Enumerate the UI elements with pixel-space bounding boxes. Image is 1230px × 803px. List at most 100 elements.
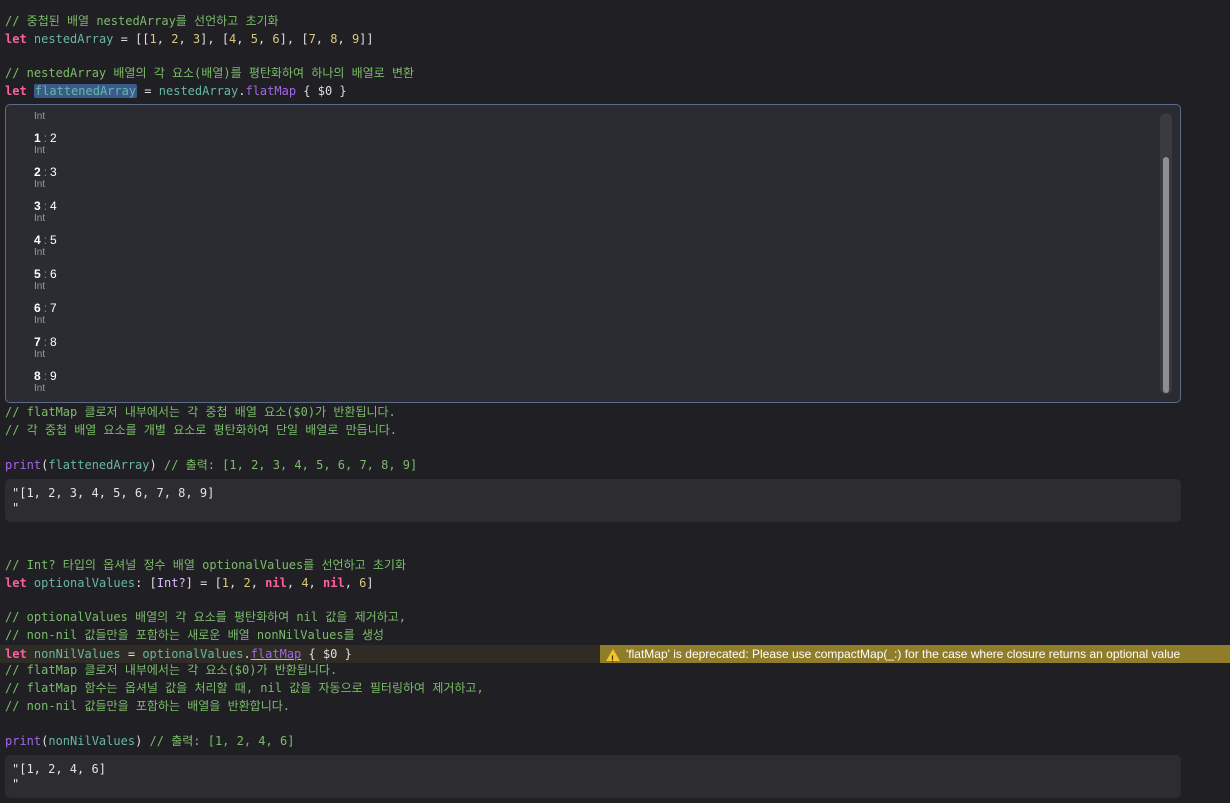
item-value: 4 [50, 199, 57, 213]
code-comment: // 중첩된 배열 nestedArray를 선언하고 초기화 [5, 14, 279, 28]
code-comment: // Int? 타입의 옵셔널 정수 배열 optionalValues를 선언… [5, 558, 407, 572]
number-literal: 4 [301, 576, 309, 590]
variable-ref: nonNilValues [48, 734, 136, 748]
popover-array-item[interactable]: 1:2 Int [34, 131, 57, 157]
item-index: 6 [34, 301, 41, 315]
item-value-line: 5:6 [34, 267, 57, 281]
item-index: 8 [34, 369, 41, 383]
item-type: Int [34, 315, 46, 326]
popover-array-item[interactable]: 2:3 Int [34, 165, 57, 191]
item-index: 4 [34, 233, 41, 247]
item-index: 3 [34, 199, 41, 213]
code-comment: // nestedArray 배열의 각 요소(배열)를 평탄화하여 하나의 배… [5, 66, 415, 80]
item-index: 5 [34, 267, 41, 281]
warning-message: 'flatMap' is deprecated: Please use comp… [626, 647, 1181, 661]
scrollbar-thumb[interactable] [1163, 157, 1169, 393]
code-line-print-flattened[interactable]: print(flattenedArray) // 출력: [1, 2, 3, 4… [5, 456, 417, 474]
popover-array-item[interactable]: 8:9 Int [34, 369, 57, 395]
code-line-nested-array[interactable]: let nestedArray = [[1, 2, 3], [4, 5, 6],… [5, 30, 374, 48]
variable-ref: nestedArray [158, 84, 239, 98]
number-literal: 7 [308, 32, 316, 46]
item-value: 2 [50, 131, 57, 145]
item-type: Int [34, 281, 46, 292]
code-text: , [286, 576, 302, 590]
item-separator: : [43, 131, 48, 145]
function-name: print [5, 734, 42, 748]
item-value-line: 3:4 [34, 199, 57, 213]
item-index: 1 [34, 131, 41, 145]
code-text: , [178, 32, 193, 46]
deprecated-function-name: flatMap [250, 647, 302, 661]
item-type: Int [34, 247, 46, 258]
popover-first-type: Int [34, 111, 45, 123]
inline-comment: // 출력: [1, 2, 4, 6] [142, 734, 295, 748]
item-index: 7 [34, 335, 41, 349]
result-output-box[interactable]: "[1, 2, 3, 4, 5, 6, 7, 8, 9] " [5, 479, 1181, 522]
code-text: = [[ [113, 32, 150, 46]
number-literal: 6 [272, 32, 280, 46]
code-text: . [243, 647, 251, 661]
code-line-optional-values[interactable]: let optionalValues: [Int?] = [1, 2, nil,… [5, 574, 374, 592]
variable-name: nestedArray [33, 32, 114, 46]
popover-array-item[interactable]: 4:5 Int [34, 233, 57, 259]
keyword: let [5, 32, 27, 46]
item-separator: : [43, 301, 48, 315]
deprecation-warning-banner[interactable]: ! 'flatMap' is deprecated: Please use com… [600, 645, 1230, 663]
item-type: Int [34, 349, 46, 360]
code-text: , [308, 576, 323, 590]
code-text: { $0 } [296, 84, 347, 98]
popover-array-item[interactable]: 3:4 Int [34, 199, 57, 225]
popover-array-item[interactable]: 7:8 Int [34, 335, 57, 361]
item-index: 2 [34, 165, 41, 179]
keyword: let [5, 647, 27, 661]
selected-variable-name[interactable]: flattenedArray [33, 84, 138, 98]
value-inspector-popover[interactable]: Int 1:2 Int 2:3 Int 3:4 Int 4:5 Int 5:6 Int 6:7 Int… [5, 104, 1181, 403]
code-text: ) [149, 458, 157, 472]
function-name: flatMap [245, 84, 297, 98]
result-text: "[1, 2, 3, 4, 5, 6, 7, 8, 9] " [12, 486, 215, 515]
item-value-line: 7:8 [34, 335, 57, 349]
item-separator: : [43, 335, 48, 349]
item-separator: : [43, 369, 48, 383]
number-literal: 1 [221, 576, 230, 590]
code-line-flattened-array[interactable]: let flattenedArray = nestedArray.flatMap… [5, 82, 347, 100]
code-text: , [344, 576, 360, 590]
keyword: let [5, 576, 27, 590]
result-output-box[interactable]: "[1, 2, 4, 6] " [5, 755, 1181, 798]
code-comment: // flatMap 함수는 옵셔널 값을 처리할 때, nil 값을 자동으로… [5, 681, 484, 695]
item-separator: : [43, 267, 48, 281]
nil-keyword: nil [323, 576, 345, 590]
popover-array-item[interactable]: 5:6 Int [34, 267, 57, 293]
item-value: 3 [50, 165, 57, 179]
item-type: Int [34, 179, 46, 190]
number-literal: 2 [243, 576, 251, 590]
inline-comment: // 출력: [1, 2, 3, 4, 5, 6, 7, 8, 9] [156, 458, 418, 472]
type-label: Int [34, 111, 46, 122]
item-value: 8 [50, 335, 57, 349]
code-text: ], [ [200, 32, 230, 46]
item-value-line: 8:9 [34, 369, 57, 383]
item-type: Int [34, 383, 46, 394]
code-line-print-non-nil[interactable]: print(nonNilValues) // 출력: [1, 2, 4, 6] [5, 732, 294, 750]
item-value: 7 [50, 301, 57, 315]
type-name: Int? [156, 576, 186, 590]
keyword: let [5, 84, 27, 98]
code-text: , [257, 32, 273, 46]
item-value: 9 [50, 369, 57, 383]
popover-array-item[interactable]: 6:7 Int [34, 301, 57, 327]
item-separator: : [43, 233, 48, 247]
code-text: , [229, 576, 244, 590]
code-text: ]] [359, 32, 374, 46]
code-comment: // optionalValues 배열의 각 요소를 평탄화하여 nil 값을… [5, 610, 407, 624]
item-value-line: 4:5 [34, 233, 57, 247]
code-comment: // flatMap 클로저 내부에서는 각 요소($0)가 반환됩니다. [5, 663, 338, 677]
code-text: ], [ [279, 32, 309, 46]
popover-scrollbar[interactable] [1160, 113, 1172, 394]
number-literal: 5 [250, 32, 258, 46]
variable-name: optionalValues [33, 576, 136, 590]
code-text: , [156, 32, 172, 46]
code-text: ] = [ [185, 576, 222, 590]
item-value: 5 [50, 233, 57, 247]
result-text: "[1, 2, 4, 6] " [12, 762, 106, 791]
code-text: = [137, 84, 159, 98]
